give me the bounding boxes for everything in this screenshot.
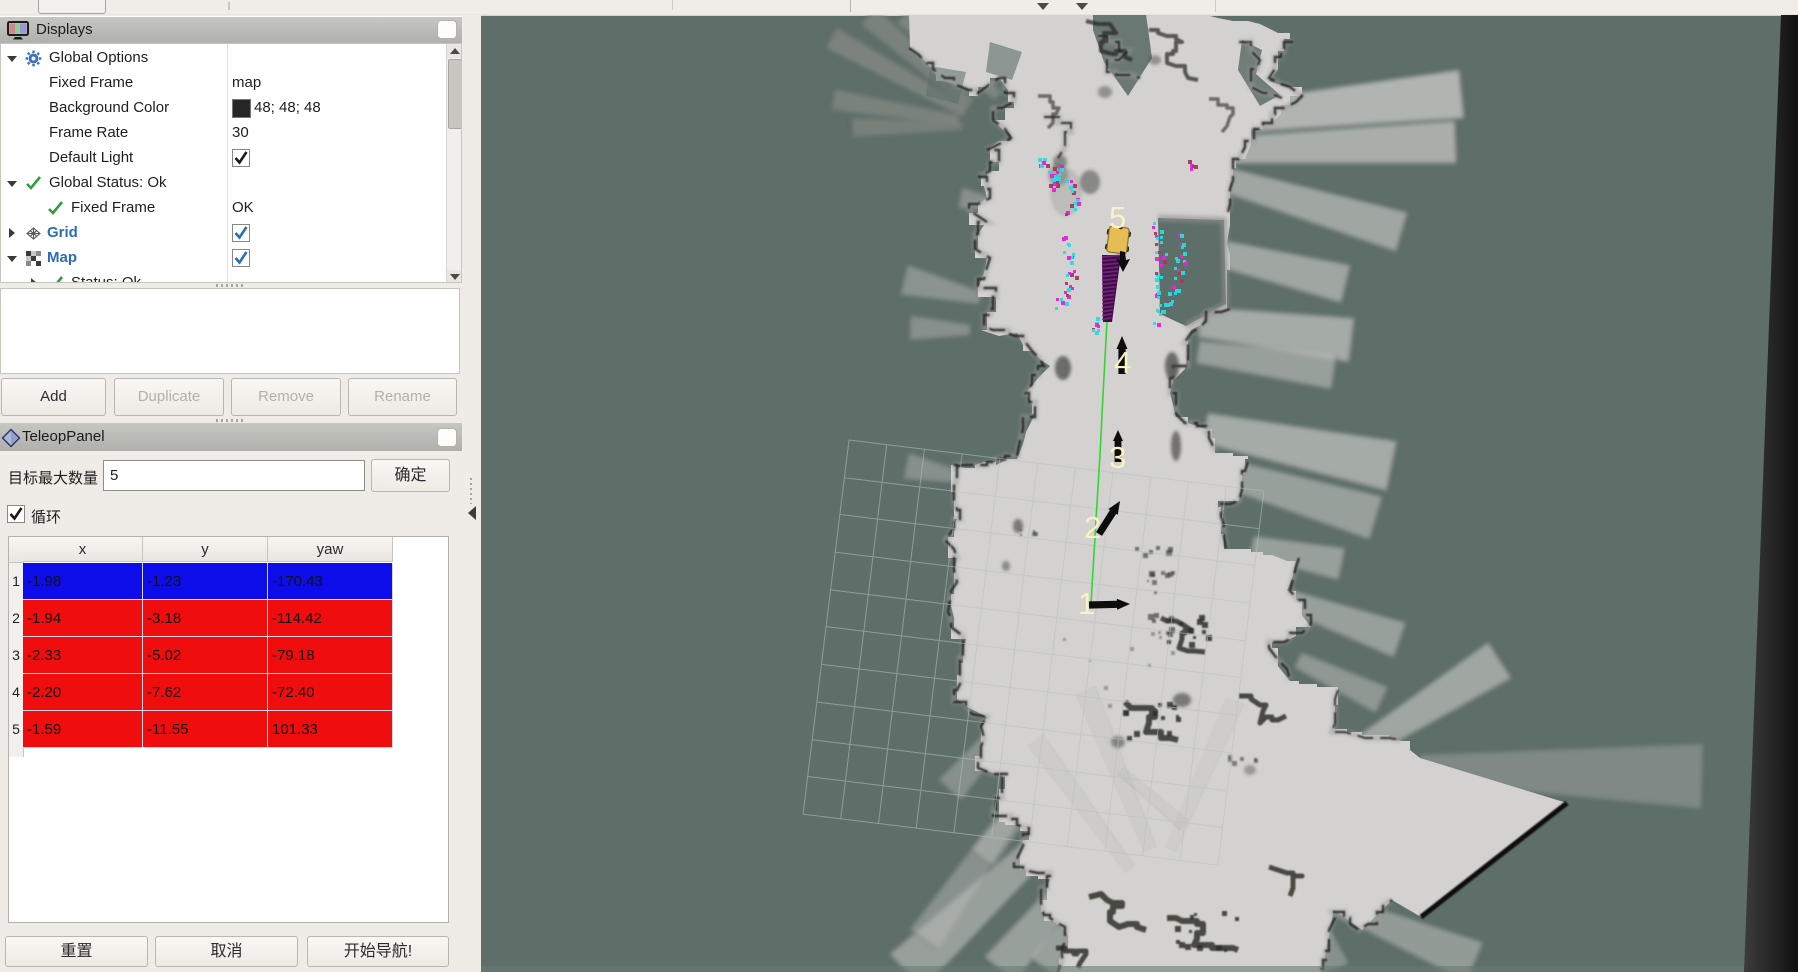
svg-text:2: 2 [1084, 510, 1101, 545]
svg-text:4: 4 [1114, 345, 1131, 380]
svg-text:3: 3 [1109, 440, 1126, 475]
svg-text:5: 5 [1109, 200, 1126, 235]
svg-text:1: 1 [1078, 586, 1095, 621]
